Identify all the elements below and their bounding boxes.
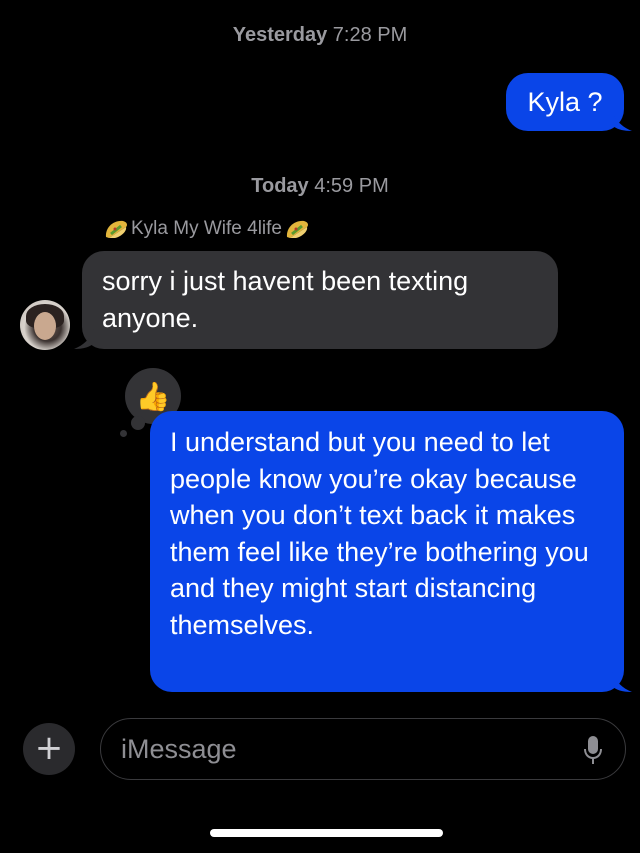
taco-emoji-icon — [286, 220, 308, 238]
thumbs-up-icon: 👍 — [135, 380, 171, 412]
sender-name-row: Kyla My Wife 4life — [103, 218, 310, 240]
bubble-tail — [612, 111, 632, 131]
timestamp-time: 4:59 PM — [314, 175, 389, 197]
timestamp-yesterday: Yesterday 7:28 PM — [0, 24, 640, 47]
contact-avatar[interactable] — [20, 300, 70, 350]
add-attachment-button[interactable]: + — [23, 723, 75, 775]
timestamp-day: Today — [251, 175, 309, 197]
home-indicator[interactable] — [210, 829, 443, 837]
taco-emoji-icon — [105, 220, 127, 238]
message-input[interactable]: iMessage — [100, 718, 626, 780]
avatar-face — [34, 312, 56, 340]
timestamp-today: Today 4:59 PM — [0, 175, 640, 198]
message-text: Kyla ? — [527, 87, 603, 117]
microphone-icon[interactable] — [583, 735, 603, 765]
input-placeholder: iMessage — [121, 734, 237, 764]
message-text: sorry i just havent been texting anyone. — [102, 266, 469, 333]
message-bubble-incoming[interactable]: sorry i just havent been texting anyone. — [74, 251, 558, 349]
bubble-tail — [74, 329, 94, 349]
tapback-tail-dot — [131, 416, 145, 430]
timestamp-day: Yesterday — [232, 24, 328, 46]
message-bubble-outgoing[interactable]: I understand but you need to let people … — [150, 411, 632, 692]
message-bubble-outgoing[interactable]: Kyla ? — [506, 73, 632, 131]
messages-screen: Yesterday 7:28 PM Kyla ? Today 4:59 PM K… — [0, 0, 640, 853]
tapback-tail-dot — [120, 430, 127, 437]
plus-icon: + — [34, 728, 64, 768]
timestamp-time: 7:28 PM — [332, 24, 408, 46]
message-text: I understand but you need to let people … — [170, 427, 589, 640]
bubble-tail — [612, 672, 632, 692]
sender-name-label: Kyla My Wife 4life — [131, 218, 282, 239]
